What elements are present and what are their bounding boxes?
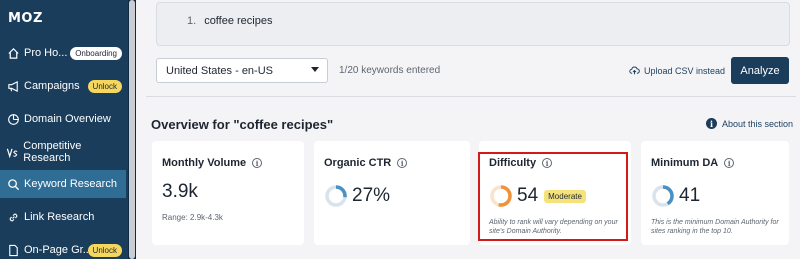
monthly-volume-value: 3.9k (162, 181, 198, 202)
section-divider (146, 96, 796, 97)
metric-row: 41 (651, 184, 700, 208)
info-icon[interactable]: i (252, 158, 263, 168)
sidebar-item-label: Domain Overview (24, 113, 111, 125)
versus-icon (6, 145, 19, 159)
analyze-button[interactable]: Analyze (731, 57, 789, 84)
sidebar-item-keyword-research[interactable]: Keyword Research (0, 170, 126, 198)
ctr-gauge (325, 185, 347, 207)
keyword-input[interactable]: 1. coffee recipes (156, 2, 790, 46)
card-title-text: Minimum DA (651, 157, 719, 169)
sidebar-item-label: On-Page Gr... (24, 244, 92, 256)
sidebar-item-label: Campaigns (24, 80, 80, 92)
sidebar-scrollbar[interactable] (128, 0, 136, 259)
moz-logo[interactable]: MOZ (8, 11, 43, 26)
sidebar-scroll-thumb[interactable] (129, 0, 135, 259)
keyword-count: 1/20 keywords entered (339, 65, 441, 76)
minimum-da-card: Minimum DA i 41 This is the minimum Doma… (641, 141, 789, 245)
about-section-link[interactable]: i About this section (706, 118, 793, 129)
info-icon[interactable]: i (724, 158, 735, 168)
card-title-text: Organic CTR (324, 157, 392, 169)
upload-csv-link[interactable]: Upload CSV instead (629, 65, 725, 76)
card-title: Organic CTR i (324, 157, 408, 169)
document-icon (6, 243, 20, 257)
unlock-badge[interactable]: Unlock (87, 79, 122, 93)
chevron-down-icon (311, 67, 319, 72)
minimum-da-note: This is the minimum Domain Authority for… (651, 219, 779, 235)
sidebar-item-pro-home[interactable]: Pro Ho... Onboarding (0, 39, 126, 67)
organic-ctr-card: Organic CTR i 27% (314, 141, 470, 245)
sidebar-item-label: Competitive Research (23, 140, 82, 164)
overview-title: Overview for "coffee recipes" (151, 117, 334, 132)
onboarding-badge[interactable]: Onboarding (70, 46, 122, 60)
home-icon (6, 46, 20, 60)
sidebar-item-on-page-grader[interactable]: On-Page Gr... Unlock (0, 236, 126, 259)
keyword-line: 1. coffee recipes (187, 15, 272, 27)
sidebar-item-campaigns[interactable]: Campaigns Unlock (0, 72, 126, 100)
locale-value: United States - en-US (166, 64, 273, 77)
info-icon[interactable]: i (397, 158, 408, 168)
sidebar-item-label: Link Research (24, 211, 95, 223)
pie-chart-icon (6, 112, 20, 126)
minimum-da-value: 41 (679, 185, 701, 206)
monthly-volume-range: Range: 2.9k-4.3k (162, 213, 223, 222)
sidebar: MOZ Pro Ho... Onboarding Campaigns Unloc… (0, 0, 136, 259)
metric-row: 27% (324, 184, 390, 208)
card-title-text: Monthly Volume (162, 157, 247, 169)
min-da-gauge (652, 185, 674, 207)
about-label: About this section (722, 118, 794, 129)
sidebar-item-label: Pro Ho... (24, 47, 68, 59)
info-icon: i (706, 118, 717, 129)
megaphone-icon (6, 79, 20, 93)
upload-label: Upload CSV instead (644, 65, 726, 76)
card-title: Monthly Volume i (162, 157, 263, 169)
difficulty-highlight-box (478, 152, 628, 241)
sidebar-item-link-research[interactable]: Link Research (0, 203, 126, 231)
organic-ctr-value: 27% (352, 185, 391, 206)
sidebar-item-competitive-research[interactable]: Competitive Research (0, 138, 126, 166)
monthly-volume-card: Monthly Volume i 3.9k Range: 2.9k-4.3k (152, 141, 304, 245)
line-number: 1. (187, 15, 197, 27)
search-icon (6, 177, 20, 191)
keyword-text: coffee recipes (204, 15, 273, 27)
cloud-upload-icon (629, 66, 640, 75)
locale-select[interactable]: United States - en-US (156, 58, 328, 83)
sidebar-item-domain-overview[interactable]: Domain Overview (0, 105, 126, 133)
unlock-badge[interactable]: Unlock (87, 243, 122, 257)
sidebar-item-label: Keyword Research (24, 178, 117, 190)
card-title: Minimum DA i (651, 157, 735, 169)
link-icon (6, 210, 20, 224)
